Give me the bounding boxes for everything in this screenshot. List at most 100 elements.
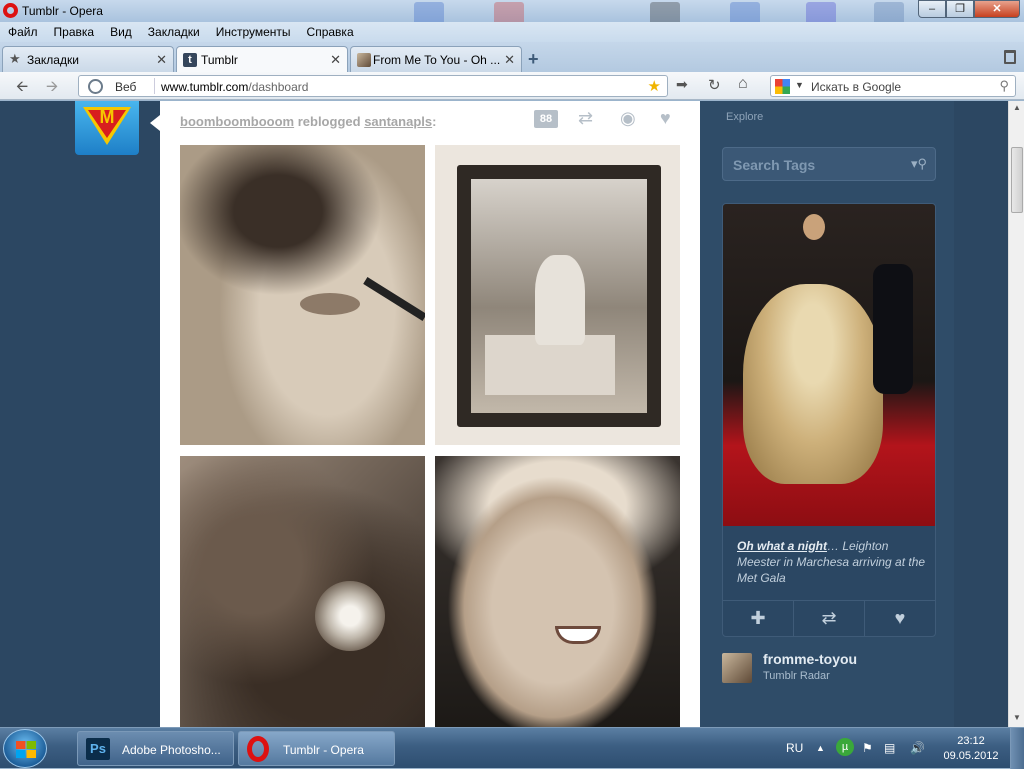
radar-blog[interactable]: fromme-toyou Tumblr Radar: [722, 651, 936, 685]
page-scrollbar[interactable]: ▲ ▼: [1008, 101, 1024, 727]
search-placeholder: Искать в Google: [811, 80, 902, 94]
like-heart-icon[interactable]: ♥: [865, 601, 935, 636]
photo-detail: [555, 626, 601, 644]
clock-date: 09.05.2012: [943, 750, 999, 762]
scroll-up-icon[interactable]: ▲: [1013, 103, 1021, 112]
radar-caption-link[interactable]: Oh what a night: [737, 539, 827, 553]
reload-button[interactable]: ↻: [708, 76, 721, 94]
window-controls: – ❐ ✕: [918, 0, 1020, 18]
close-tab-icon[interactable]: ✕: [504, 52, 515, 68]
user-avatar[interactable]: M: [75, 101, 139, 155]
post-header: boomboombooom reblogged santanapls:: [180, 114, 436, 129]
photo-detail: [535, 255, 585, 345]
photo-detail: [363, 277, 425, 321]
fast-forward-button[interactable]: ➡: [676, 76, 688, 93]
forward-button[interactable]: 🡪: [46, 76, 58, 101]
menu-bookmarks[interactable]: Закладки: [140, 22, 208, 42]
photo-detail: [803, 214, 825, 240]
tray-expand-icon[interactable]: ▲: [816, 743, 825, 753]
trash-icon[interactable]: [1004, 50, 1016, 64]
network-icon[interactable]: ▤: [884, 741, 895, 755]
post-photo-makeup[interactable]: [180, 145, 425, 445]
radar-photo[interactable]: [723, 204, 935, 526]
address-field[interactable]: Веб www.tumblr.com/dashboard ★: [78, 75, 668, 97]
home-button[interactable]: ⌂: [738, 75, 748, 93]
scrollbar-thumb[interactable]: [1011, 147, 1023, 213]
google-search-field[interactable]: ▼ Искать в Google ⚲: [770, 75, 1016, 97]
back-button[interactable]: 🡨: [16, 76, 28, 101]
tumblr-radar-card: Oh what a night… Leighton Meester in Mar…: [722, 203, 936, 637]
reblog-icon[interactable]: ⇄: [794, 601, 865, 636]
opera-logo-icon: [3, 3, 18, 18]
radar-actions: ✚ ⇄ ♥: [723, 600, 935, 636]
blog-name[interactable]: fromme-toyou: [763, 651, 857, 667]
bookmark-star-icon[interactable]: ★: [648, 77, 661, 95]
photo-detail: [315, 581, 385, 651]
language-indicator[interactable]: RU: [786, 741, 803, 755]
start-button[interactable]: [3, 729, 47, 768]
menu-tools[interactable]: Инструменты: [208, 22, 299, 42]
system-clock[interactable]: 23:12 09.05.2012: [936, 734, 1006, 764]
url-path: /dashboard: [248, 80, 309, 94]
maximize-button[interactable]: ❐: [946, 0, 974, 18]
close-window-button[interactable]: ✕: [974, 0, 1020, 18]
post-action-text: reblogged: [297, 114, 361, 129]
notes-count-badge[interactable]: 88: [534, 110, 558, 128]
tab-label: Tumblr: [201, 53, 238, 67]
like-heart-icon[interactable]: ♥: [660, 108, 671, 129]
chevron-down-icon[interactable]: ▼: [795, 80, 804, 90]
flag-icon[interactable]: ⚑: [862, 741, 873, 755]
post-pointer: [150, 115, 160, 131]
photo-favicon-icon: [357, 53, 371, 67]
post-photo-mirror[interactable]: [435, 145, 680, 445]
menu-view[interactable]: Вид: [102, 22, 140, 42]
photoshop-icon: Ps: [86, 738, 110, 760]
search-icon[interactable]: ⚲: [999, 78, 1009, 94]
google-icon: [775, 79, 790, 94]
taskbar-label: Adobe Photosho...: [122, 743, 221, 757]
tab-bar: ★ Закладки ✕ t Tumblr ✕ From Me To You -…: [0, 42, 1024, 73]
search-tags-placeholder: Search Tags: [733, 157, 816, 173]
volume-icon[interactable]: 🔊: [910, 741, 925, 755]
window-titlebar: Tumblr - Opera – ❐ ✕: [0, 0, 1024, 26]
menu-edit[interactable]: Правка: [46, 22, 103, 42]
scroll-down-icon[interactable]: ▼: [1013, 713, 1021, 722]
tab-label: Закладки: [27, 53, 79, 67]
tab-bookmarks[interactable]: ★ Закладки ✕: [2, 46, 174, 72]
blog-avatar[interactable]: [722, 653, 752, 683]
radar-caption: Oh what a night… Leighton Meester in Mar…: [737, 538, 927, 586]
tumblr-icon: t: [183, 53, 197, 67]
menu-help[interactable]: Справка: [299, 22, 362, 42]
taskbar-photoshop[interactable]: Ps Adobe Photosho...: [77, 731, 234, 766]
windows-logo-icon: [16, 741, 36, 758]
menu-file[interactable]: Файл: [0, 22, 46, 42]
follow-plus-icon[interactable]: ✚: [723, 601, 794, 636]
explore-link[interactable]: Explore: [726, 111, 763, 123]
photo-detail: [873, 264, 913, 394]
minimize-button[interactable]: –: [918, 0, 946, 18]
search-tags-input[interactable]: Search Tags ▾⚲: [722, 147, 936, 181]
tab-label: From Me To You - Oh ...: [373, 53, 501, 67]
search-icon[interactable]: ▾⚲: [911, 156, 927, 172]
clock-time: 23:12: [957, 735, 985, 747]
post-user-link[interactable]: boomboombooom: [180, 114, 294, 129]
globe-icon: [88, 79, 103, 94]
photo-detail: [300, 293, 360, 315]
photo-post-icon[interactable]: ◉: [620, 108, 636, 129]
show-desktop-button[interactable]: [1010, 728, 1024, 769]
post-photo-hairpiece[interactable]: [180, 456, 425, 727]
close-tab-icon[interactable]: ✕: [156, 52, 167, 68]
utorrent-icon[interactable]: µ: [836, 738, 854, 756]
taskbar-opera[interactable]: Tumblr - Opera: [238, 731, 395, 766]
close-tab-icon[interactable]: ✕: [330, 52, 341, 68]
web-mode-label: Веб: [115, 80, 137, 94]
reblog-icon[interactable]: ⇄: [578, 108, 593, 129]
tab-tumblr[interactable]: t Tumblr ✕: [176, 46, 348, 73]
post-photo-portrait[interactable]: [435, 456, 680, 727]
separator: [154, 78, 155, 94]
new-tab-button[interactable]: +: [528, 49, 539, 70]
post-source-link[interactable]: santanapls: [364, 114, 432, 129]
tab-from-me-to-you[interactable]: From Me To You - Oh ... ✕: [350, 46, 522, 72]
address-toolbar: 🡨 🡪 Веб www.tumblr.com/dashboard ★ ➡ ↻ ⌂…: [0, 72, 1024, 100]
menu-bar: Файл Правка Вид Закладки Инструменты Спр…: [0, 22, 1024, 42]
